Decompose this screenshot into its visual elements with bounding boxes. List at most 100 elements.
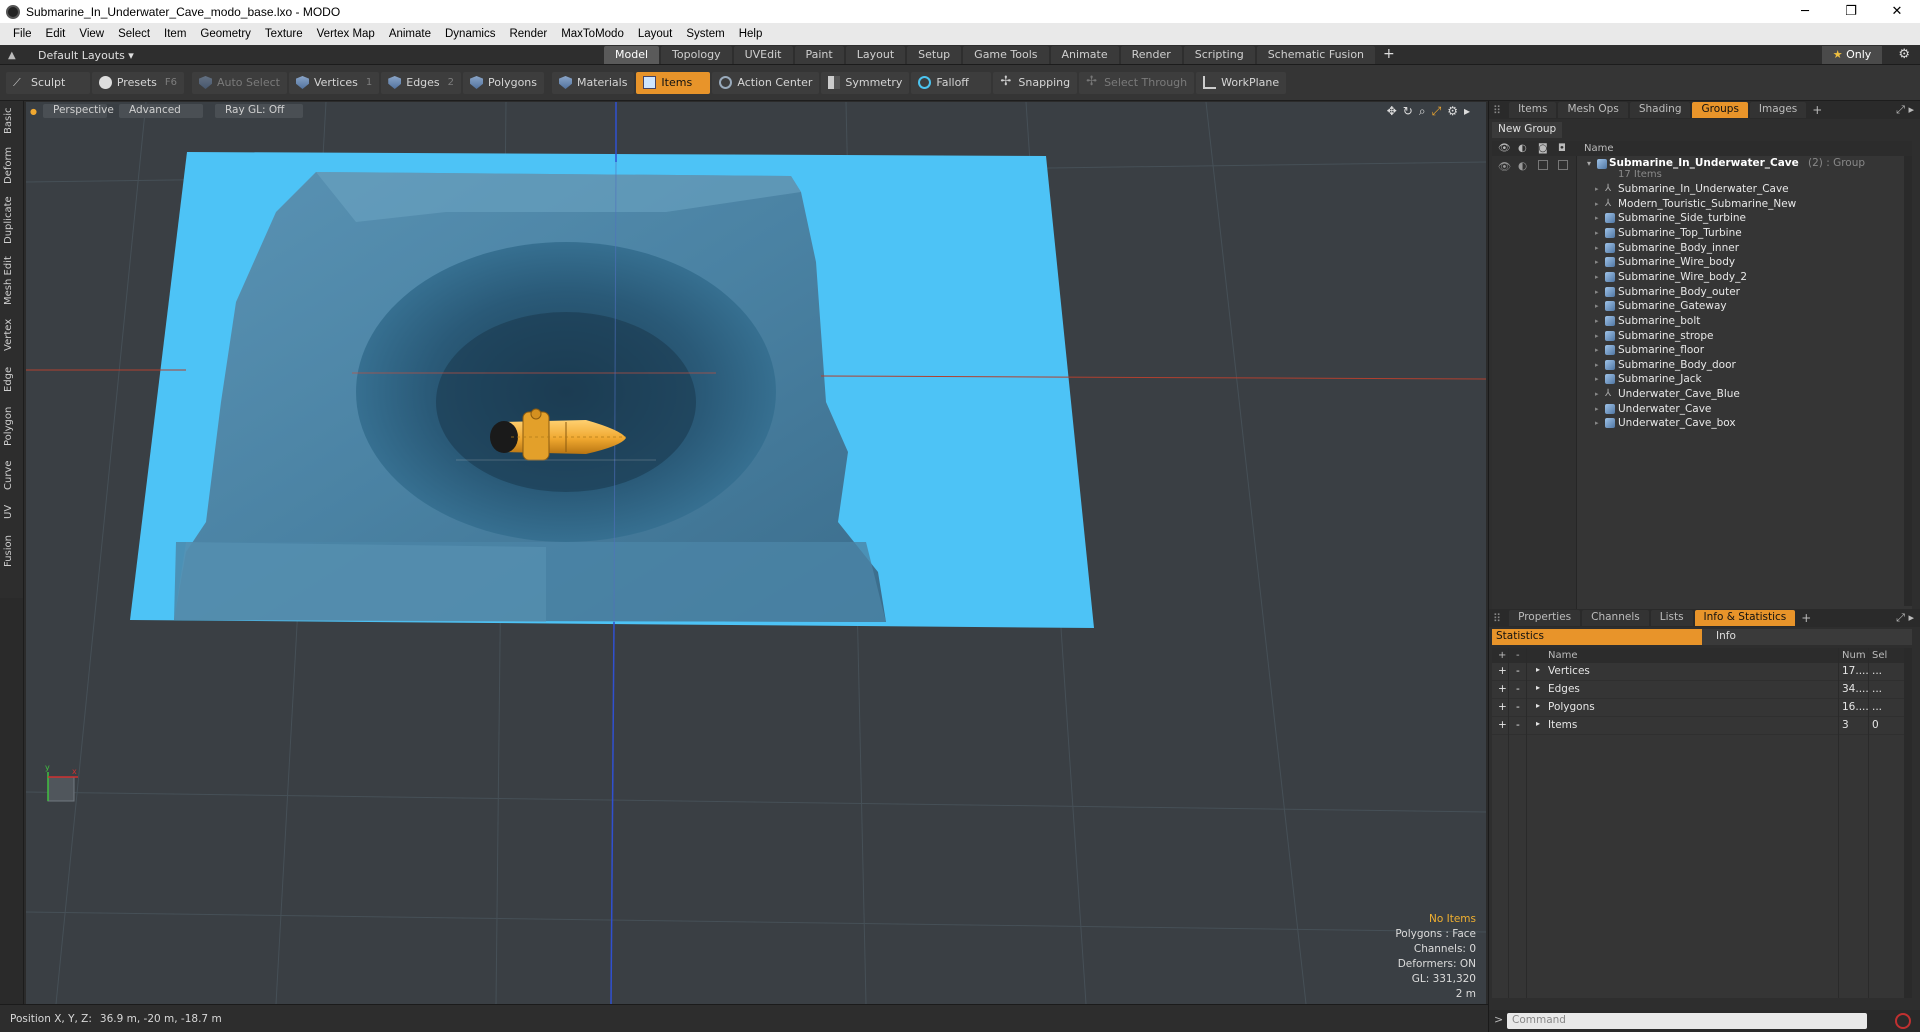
table-row[interactable]: + - ▸ Vertices 17....... (1492, 663, 1912, 681)
vertices-button[interactable]: Vertices 1 (288, 71, 380, 94)
tab-shading[interactable]: Shading (1629, 102, 1691, 118)
layout-toggle-icon[interactable]: ▲ (8, 50, 22, 61)
stat-add-button[interactable]: + (1498, 701, 1507, 713)
workplane-button[interactable]: WorkPlane (1196, 71, 1287, 94)
menu-select[interactable]: Select (111, 28, 157, 40)
tab-topology[interactable]: Topology (661, 46, 732, 64)
item-expand-icon[interactable]: ▸ (1595, 302, 1599, 310)
item-expand-icon[interactable]: ▸ (1595, 419, 1599, 427)
item-expand-icon[interactable]: ▸ (1595, 361, 1599, 369)
falloff-button[interactable]: Falloff (911, 71, 992, 94)
left-tab-curve[interactable]: Curve (3, 457, 21, 493)
gear-icon[interactable]: ⚙ (1898, 47, 1910, 62)
stat-expand-icon[interactable]: ▸ (1536, 683, 1540, 692)
3d-viewport[interactable]: y x ● Perspective Advanced Ray GL: Off ✥… (26, 102, 1486, 1004)
auto-select-button[interactable]: Auto Select (192, 71, 287, 94)
table-row[interactable]: + - ▸ Polygons 16....... (1492, 699, 1912, 717)
record-icon[interactable] (1895, 1013, 1911, 1029)
add-tab-icon[interactable]: + (1383, 46, 1395, 64)
group-eye-icon[interactable]: 👁 (1498, 160, 1511, 173)
item-expand-icon[interactable]: ▸ (1595, 258, 1599, 266)
left-tab-polygon[interactable]: Polygon (3, 403, 21, 449)
select-through-button[interactable]: ✢ Select Through (1079, 71, 1195, 94)
stat-remove-button[interactable]: - (1516, 701, 1520, 713)
menu-dynamics[interactable]: Dynamics (438, 28, 502, 40)
tab-schematic-fusion[interactable]: Schematic Fusion (1256, 46, 1376, 64)
list-item[interactable]: ▸ Submarine_strope (1492, 329, 1912, 343)
left-tab-uv[interactable]: UV (3, 501, 21, 523)
item-expand-icon[interactable]: ▸ (1595, 214, 1599, 222)
left-tab-duplicate[interactable]: Duplicate (3, 193, 21, 247)
new-group-button[interactable]: New Group (1492, 122, 1563, 138)
list-item[interactable]: ▸ Submarine_floor (1492, 343, 1912, 357)
list-item[interactable]: ▸ Submarine_Body_door (1492, 358, 1912, 372)
maximize-button[interactable]: ❐ (1828, 0, 1874, 23)
tab-animate[interactable]: Animate (1050, 46, 1119, 64)
list-item[interactable]: ▸ Submarine_Top_Turbine (1492, 226, 1912, 240)
presets-button[interactable]: Presets F6 (92, 71, 184, 94)
item-expand-icon[interactable]: ▸ (1595, 229, 1599, 237)
viewport-settings-icon[interactable]: ⚙ (1447, 104, 1458, 119)
tab-info-statistics[interactable]: Info & Statistics (1694, 610, 1796, 626)
stat-expand-icon[interactable]: ▸ (1536, 719, 1540, 728)
tab-properties[interactable]: Properties (1509, 610, 1581, 626)
tab-groups[interactable]: Groups (1692, 102, 1748, 118)
list-item[interactable]: ▸ Submarine_Body_outer (1492, 285, 1912, 299)
menu-maxtomodo[interactable]: MaxToModo (554, 28, 631, 40)
raygl-selector[interactable]: Ray GL: Off (214, 104, 303, 118)
stat-add-button[interactable]: + (1498, 665, 1507, 677)
tab-mesh-ops[interactable]: Mesh Ops (1558, 102, 1628, 118)
tab-lists[interactable]: Lists (1650, 610, 1693, 626)
list-item[interactable]: ▸ Submarine_Body_inner (1492, 241, 1912, 255)
subtab-info[interactable]: Info (1702, 629, 1912, 645)
add-panel-tab-icon[interactable]: + (1812, 103, 1822, 117)
stat-remove-button[interactable]: - (1516, 719, 1520, 731)
tab-layout[interactable]: Layout (845, 46, 906, 64)
command-input[interactable]: Command (1507, 1013, 1867, 1029)
tab-setup[interactable]: Setup (907, 46, 962, 64)
tree-scrollbar[interactable] (1904, 156, 1912, 606)
tab-model[interactable]: Model (604, 46, 660, 64)
item-expand-icon[interactable]: ▸ (1595, 317, 1599, 325)
menu-view[interactable]: View (72, 28, 111, 40)
edges-button[interactable]: Edges 2 (381, 71, 462, 94)
list-item[interactable]: ▸ Submarine_Wire_body (1492, 255, 1912, 269)
view-mode-selector[interactable]: Perspective (42, 104, 114, 118)
item-expand-icon[interactable]: ▸ (1595, 244, 1599, 252)
menu-layout[interactable]: Layout (631, 28, 680, 40)
left-tab-basic[interactable]: Basic (3, 105, 21, 137)
menu-vertex-map[interactable]: Vertex Map (310, 28, 382, 40)
sculpt-button[interactable]: ⟋ Sculpt (6, 71, 90, 94)
rotate-view-icon[interactable]: ↻ (1403, 104, 1413, 119)
group-row[interactable]: 👁 ◐ ▾ Submarine_In_Underwater_Cave (2) :… (1492, 156, 1912, 182)
list-item[interactable]: ▸ ⅄ Underwater_Cave_Blue (1492, 387, 1912, 401)
tab-paint[interactable]: Paint (794, 46, 844, 64)
minimize-button[interactable]: ─ (1782, 0, 1828, 23)
list-item[interactable]: ▸ Underwater_Cave_box (1492, 416, 1912, 430)
symmetry-button[interactable]: Symmetry (821, 71, 910, 94)
list-item[interactable]: ▸ Underwater_Cave (1492, 402, 1912, 416)
left-tab-fusion[interactable]: Fusion (3, 531, 21, 571)
table-row[interactable]: + - ▸ Edges 34....... (1492, 681, 1912, 699)
menu-texture[interactable]: Texture (258, 28, 310, 40)
tab-game-tools[interactable]: Game Tools (963, 46, 1049, 64)
menu-help[interactable]: Help (732, 28, 770, 40)
left-tab-vertex[interactable]: Vertex (3, 315, 21, 355)
list-item[interactable]: ▸ Submarine_Jack (1492, 372, 1912, 386)
list-item[interactable]: ▸ ⅄ Submarine_In_Underwater_Cave (1492, 182, 1912, 196)
snapping-button[interactable]: ✢ Snapping (993, 71, 1078, 94)
bottom-panel-expand-icon[interactable]: ⤢ ▸ (1896, 611, 1914, 625)
panel-grip-icon[interactable]: ⠿ (1493, 104, 1501, 117)
stat-add-button[interactable]: + (1498, 683, 1507, 695)
item-expand-icon[interactable]: ▸ (1595, 288, 1599, 296)
group-render-icon[interactable]: ◐ (1518, 160, 1527, 172)
list-item[interactable]: ▸ Submarine_bolt (1492, 314, 1912, 328)
viewport-menu-dot-icon[interactable]: ● (30, 107, 37, 116)
stat-expand-icon[interactable]: ▸ (1536, 701, 1540, 710)
stat-add-button[interactable]: + (1498, 719, 1507, 731)
list-item[interactable]: ▸ ⅄ Modern_Touristic_Submarine_New (1492, 197, 1912, 211)
fit-view-icon[interactable]: ⤢ (1432, 104, 1442, 119)
stat-remove-button[interactable]: - (1516, 665, 1520, 677)
item-expand-icon[interactable]: ▸ (1595, 200, 1599, 208)
tab-channels[interactable]: Channels (1582, 610, 1649, 626)
